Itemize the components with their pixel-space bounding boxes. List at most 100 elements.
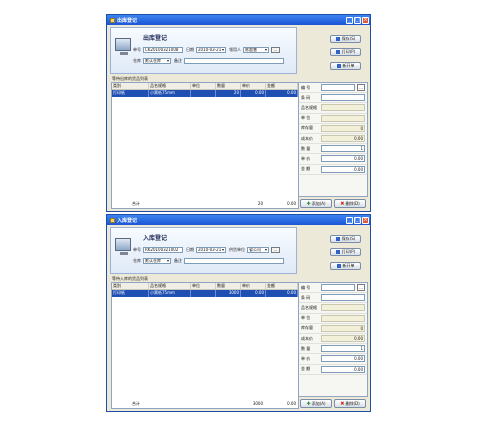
table-row[interactable]: 打印纸 小票纸75mm 3000 0.00 0.00 [112, 290, 298, 297]
detail-row: 条 码 [299, 93, 367, 104]
warehouse-select[interactable]: 默认仓库 [143, 257, 171, 264]
supplier-select[interactable]: 省公司 [247, 246, 269, 253]
minimize-icon[interactable]: _ [346, 16, 353, 24]
detail-label: 数 量 [301, 345, 311, 351]
table-row[interactable]: 打印纸 小票纸75mm 20 0.00 0.00 [112, 90, 298, 97]
order-no-field[interactable]: RK20100321002 [143, 246, 183, 253]
col-header[interactable]: 类别 [112, 83, 149, 89]
item-code-field[interactable] [321, 284, 355, 292]
table-footer: 合计 3000 0.00 [112, 399, 298, 408]
col-header[interactable]: 数量 [216, 83, 241, 89]
add-label: 添加(A) [311, 200, 326, 206]
print-label: 打印(P) [341, 49, 356, 54]
col-header[interactable]: 单位 [191, 283, 216, 289]
detail-row: 品名规格 [299, 103, 367, 114]
print-icon [335, 50, 340, 54]
supplier-label: 供货单位 [229, 246, 245, 252]
col-header[interactable]: 数量 [216, 283, 241, 289]
table-cell: 0.00 [241, 290, 266, 297]
save-label: 保存(S) [341, 236, 356, 241]
col-header[interactable]: 单价 [241, 83, 266, 89]
amount-field[interactable]: 0.00 [321, 365, 365, 373]
add-item-button[interactable]: ✚ 添加(A) [300, 199, 332, 208]
detail-label: 条 码 [301, 94, 311, 100]
items-table[interactable]: 类别 品名规格 单位 数量 单价 金额 打印纸 小票纸75mm 3000 0.0… [111, 282, 299, 409]
amount-field[interactable]: 0.00 [321, 165, 365, 173]
items-table[interactable]: 类别 品名规格 单位 数量 单价 金额 打印纸 小票纸75mm 20 0.00 … [111, 82, 299, 209]
new-order-button[interactable]: 新开单 [330, 62, 361, 70]
table-cell: 打印纸 [112, 290, 149, 297]
print-button[interactable]: 打印(P) [330, 48, 361, 56]
remark-field[interactable] [184, 57, 284, 64]
col-header[interactable]: 品名规格 [149, 83, 191, 89]
close-icon[interactable]: × [362, 216, 369, 224]
col-header[interactable]: 金额 [266, 283, 298, 289]
col-header[interactable]: 类别 [112, 283, 149, 289]
cost-value: 0.00 [321, 335, 365, 343]
total-amount: 0.00 [287, 201, 296, 206]
save-icon [335, 37, 340, 41]
warehouse-select[interactable]: 默认仓库 [143, 57, 171, 64]
barcode-field[interactable] [321, 294, 365, 302]
save-button[interactable]: 保存(S) [330, 35, 361, 43]
detail-row: 金 额 0.00 [299, 165, 367, 175]
remark-field[interactable] [184, 257, 284, 264]
save-button[interactable]: 保存(S) [330, 235, 361, 243]
order-no-label: 单号 [133, 246, 141, 252]
new-order-button[interactable]: 新开单 [330, 262, 361, 270]
quantity-field[interactable]: 1 [321, 345, 365, 353]
warehouse-label: 仓库 [133, 257, 141, 263]
detail-row: 库存量 0 [299, 124, 367, 134]
price-field[interactable]: 0.00 [321, 355, 365, 363]
add-item-button[interactable]: ✚ 添加(A) [300, 399, 332, 408]
recipient-label: 领用人 [229, 46, 241, 52]
warehouse-label: 仓库 [133, 57, 141, 63]
detail-label: 单 位 [301, 115, 311, 121]
print-button[interactable]: 打印(P) [330, 248, 361, 256]
quantity-field[interactable]: 1 [321, 145, 365, 153]
detail-label: 金 额 [301, 366, 311, 372]
item-lookup-button[interactable]: ... [357, 84, 365, 92]
order-no-field[interactable]: CK20100321008 [143, 46, 183, 53]
price-field[interactable]: 0.00 [321, 155, 365, 163]
table-cell: 0.00 [266, 290, 298, 297]
cost-value: 0.00 [321, 135, 365, 143]
detail-row: 单 位 [299, 314, 367, 324]
detail-row: 编 号 ... [299, 83, 367, 94]
detail-label: 成本价 [301, 135, 313, 141]
add-label: 添加(A) [311, 400, 326, 406]
recipient-select[interactable]: 陈超慧 [243, 46, 269, 53]
stock-in-titlebar[interactable]: 入库登记 _ □ × [107, 215, 370, 225]
total-qty: 3000 [252, 401, 263, 406]
table-cell: 小票纸75mm [149, 90, 191, 97]
close-icon[interactable]: × [362, 16, 369, 24]
delete-label: 删除(D) [345, 200, 360, 206]
maximize-icon[interactable]: □ [354, 216, 361, 224]
barcode-field[interactable] [321, 94, 365, 102]
detail-row: 金 额 0.00 [299, 365, 367, 375]
print-icon [335, 250, 340, 254]
total-label: 合计 [132, 401, 140, 406]
minimize-icon[interactable]: _ [346, 216, 353, 224]
maximize-icon[interactable]: □ [354, 16, 361, 24]
delete-item-button[interactable]: ✖ 删除(D) [334, 199, 366, 208]
recipient-lookup-button[interactable]: ... [271, 46, 280, 53]
item-lookup-button[interactable]: ... [357, 284, 365, 292]
col-header[interactable]: 金额 [266, 83, 298, 89]
item-code-field[interactable] [321, 84, 355, 92]
date-picker[interactable]: 2010-03-21 [196, 46, 226, 53]
warehouse-row: 仓库 默认仓库 备注 [133, 57, 284, 64]
order-no-label: 单号 [133, 46, 141, 52]
detail-row: 编 号 ... [299, 283, 367, 294]
stock-out-window: 出库登记 _ □ × 出库登记 单号 CK20100321008 日期 2010… [106, 14, 371, 212]
app-icon [110, 17, 115, 23]
date-picker[interactable]: 2010-03-21 [196, 246, 226, 253]
col-header[interactable]: 单位 [191, 83, 216, 89]
supplier-lookup-button[interactable]: ... [271, 246, 280, 253]
stock-out-titlebar[interactable]: 出库登记 _ □ × [107, 15, 370, 25]
col-header[interactable]: 单价 [241, 283, 266, 289]
col-header[interactable]: 品名规格 [149, 283, 191, 289]
computer-icon [115, 238, 131, 255]
delete-item-button[interactable]: ✖ 删除(D) [334, 399, 366, 408]
detail-row: 成本价 0.00 [299, 334, 367, 345]
